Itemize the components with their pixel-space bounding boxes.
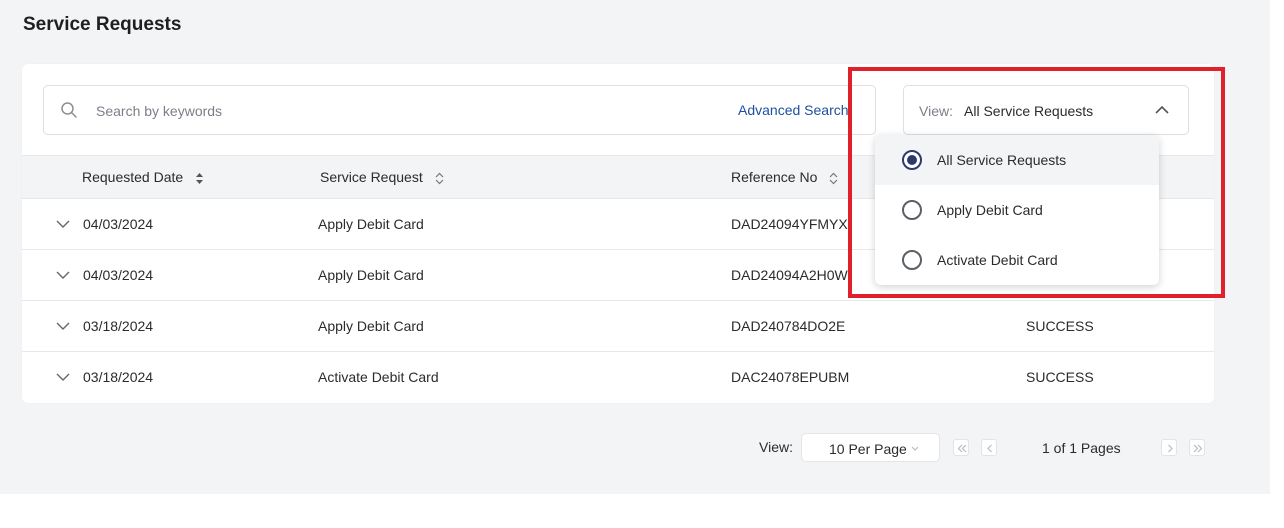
- column-header-label: Requested Date: [82, 169, 184, 185]
- search-box: Advanced Search: [43, 85, 876, 135]
- sort-icon[interactable]: [435, 172, 444, 185]
- column-header-service-request[interactable]: Service Request: [320, 169, 444, 185]
- table-row[interactable]: 03/18/2024 Apply Debit Card DAD240784DO2…: [22, 301, 1214, 352]
- cell-service-request: Apply Debit Card: [318, 267, 424, 283]
- table-row[interactable]: 03/18/2024 Activate Debit Card DAC24078E…: [22, 352, 1214, 403]
- page-indicator: 1 of 1 Pages: [1042, 440, 1121, 456]
- view-option-all-service-requests[interactable]: All Service Requests: [875, 135, 1159, 185]
- cell-requested-date: 03/18/2024: [83, 318, 154, 334]
- cell-service-request: Apply Debit Card: [318, 318, 424, 334]
- double-chevron-right-icon: [1193, 444, 1203, 453]
- cell-reference-no: DAC24078EPUBM: [731, 369, 850, 385]
- chevron-down-icon: [911, 446, 919, 451]
- column-header-label: Service Request: [320, 169, 423, 185]
- column-header-requested-date[interactable]: Requested Date: [82, 169, 204, 185]
- column-header-label: Reference No: [731, 169, 818, 185]
- sort-icon[interactable]: [195, 172, 204, 185]
- view-filter-value: All Service Requests: [964, 103, 1094, 119]
- cell-reference-no: DAD24094A2H0W: [731, 267, 848, 283]
- view-option-activate-debit-card[interactable]: Activate Debit Card: [875, 235, 1159, 285]
- next-page-button[interactable]: [1161, 439, 1177, 456]
- cell-status: SUCCESS: [1026, 369, 1094, 385]
- chevron-left-icon: [987, 444, 992, 453]
- pagination-view-label: View:: [759, 439, 793, 455]
- cell-status: SUCCESS: [1026, 318, 1094, 334]
- chevron-down-icon[interactable]: [56, 321, 70, 331]
- view-option-apply-debit-card[interactable]: Apply Debit Card: [875, 185, 1159, 235]
- radio-unselected-icon[interactable]: [902, 200, 922, 220]
- search-icon: [61, 102, 77, 118]
- page-title: Service Requests: [23, 14, 182, 35]
- view-filter-select[interactable]: View: All Service Requests: [903, 85, 1189, 135]
- radio-unselected-icon[interactable]: [902, 250, 922, 270]
- cell-requested-date: 04/03/2024: [83, 267, 154, 283]
- column-header-reference-no[interactable]: Reference No: [731, 169, 838, 185]
- cell-service-request: Apply Debit Card: [318, 216, 424, 232]
- search-input[interactable]: [96, 100, 516, 122]
- page-canvas: Service Requests Advanced Search View: A…: [0, 0, 1270, 494]
- cell-requested-date: 04/03/2024: [83, 216, 154, 232]
- view-filter-dropdown: All Service Requests Apply Debit Card Ac…: [875, 135, 1159, 285]
- chevron-up-icon[interactable]: [1154, 104, 1170, 116]
- per-page-value: 10 Per Page: [829, 441, 907, 457]
- chevron-down-icon[interactable]: [56, 270, 70, 280]
- double-chevron-left-icon: [957, 444, 967, 453]
- chevron-down-icon[interactable]: [56, 219, 70, 229]
- view-option-label: Apply Debit Card: [937, 202, 1043, 218]
- radio-selected-icon[interactable]: [902, 150, 922, 170]
- first-page-button[interactable]: [953, 439, 969, 456]
- view-option-label: All Service Requests: [937, 152, 1067, 168]
- view-option-label: Activate Debit Card: [937, 252, 1058, 268]
- cell-requested-date: 03/18/2024: [83, 369, 154, 385]
- view-filter-label: View:: [919, 103, 953, 119]
- advanced-search-link[interactable]: Advanced Search: [738, 102, 849, 118]
- cell-reference-no: DAD24094YFMYX: [731, 216, 848, 232]
- cell-service-request: Activate Debit Card: [318, 369, 439, 385]
- per-page-select[interactable]: 10 Per Page: [801, 433, 940, 462]
- cell-reference-no: DAD240784DO2E: [731, 318, 846, 334]
- chevron-down-icon[interactable]: [56, 372, 70, 382]
- previous-page-button[interactable]: [981, 439, 997, 456]
- sort-icon[interactable]: [829, 172, 838, 185]
- last-page-button[interactable]: [1189, 439, 1205, 456]
- chevron-right-icon: [1168, 444, 1173, 453]
